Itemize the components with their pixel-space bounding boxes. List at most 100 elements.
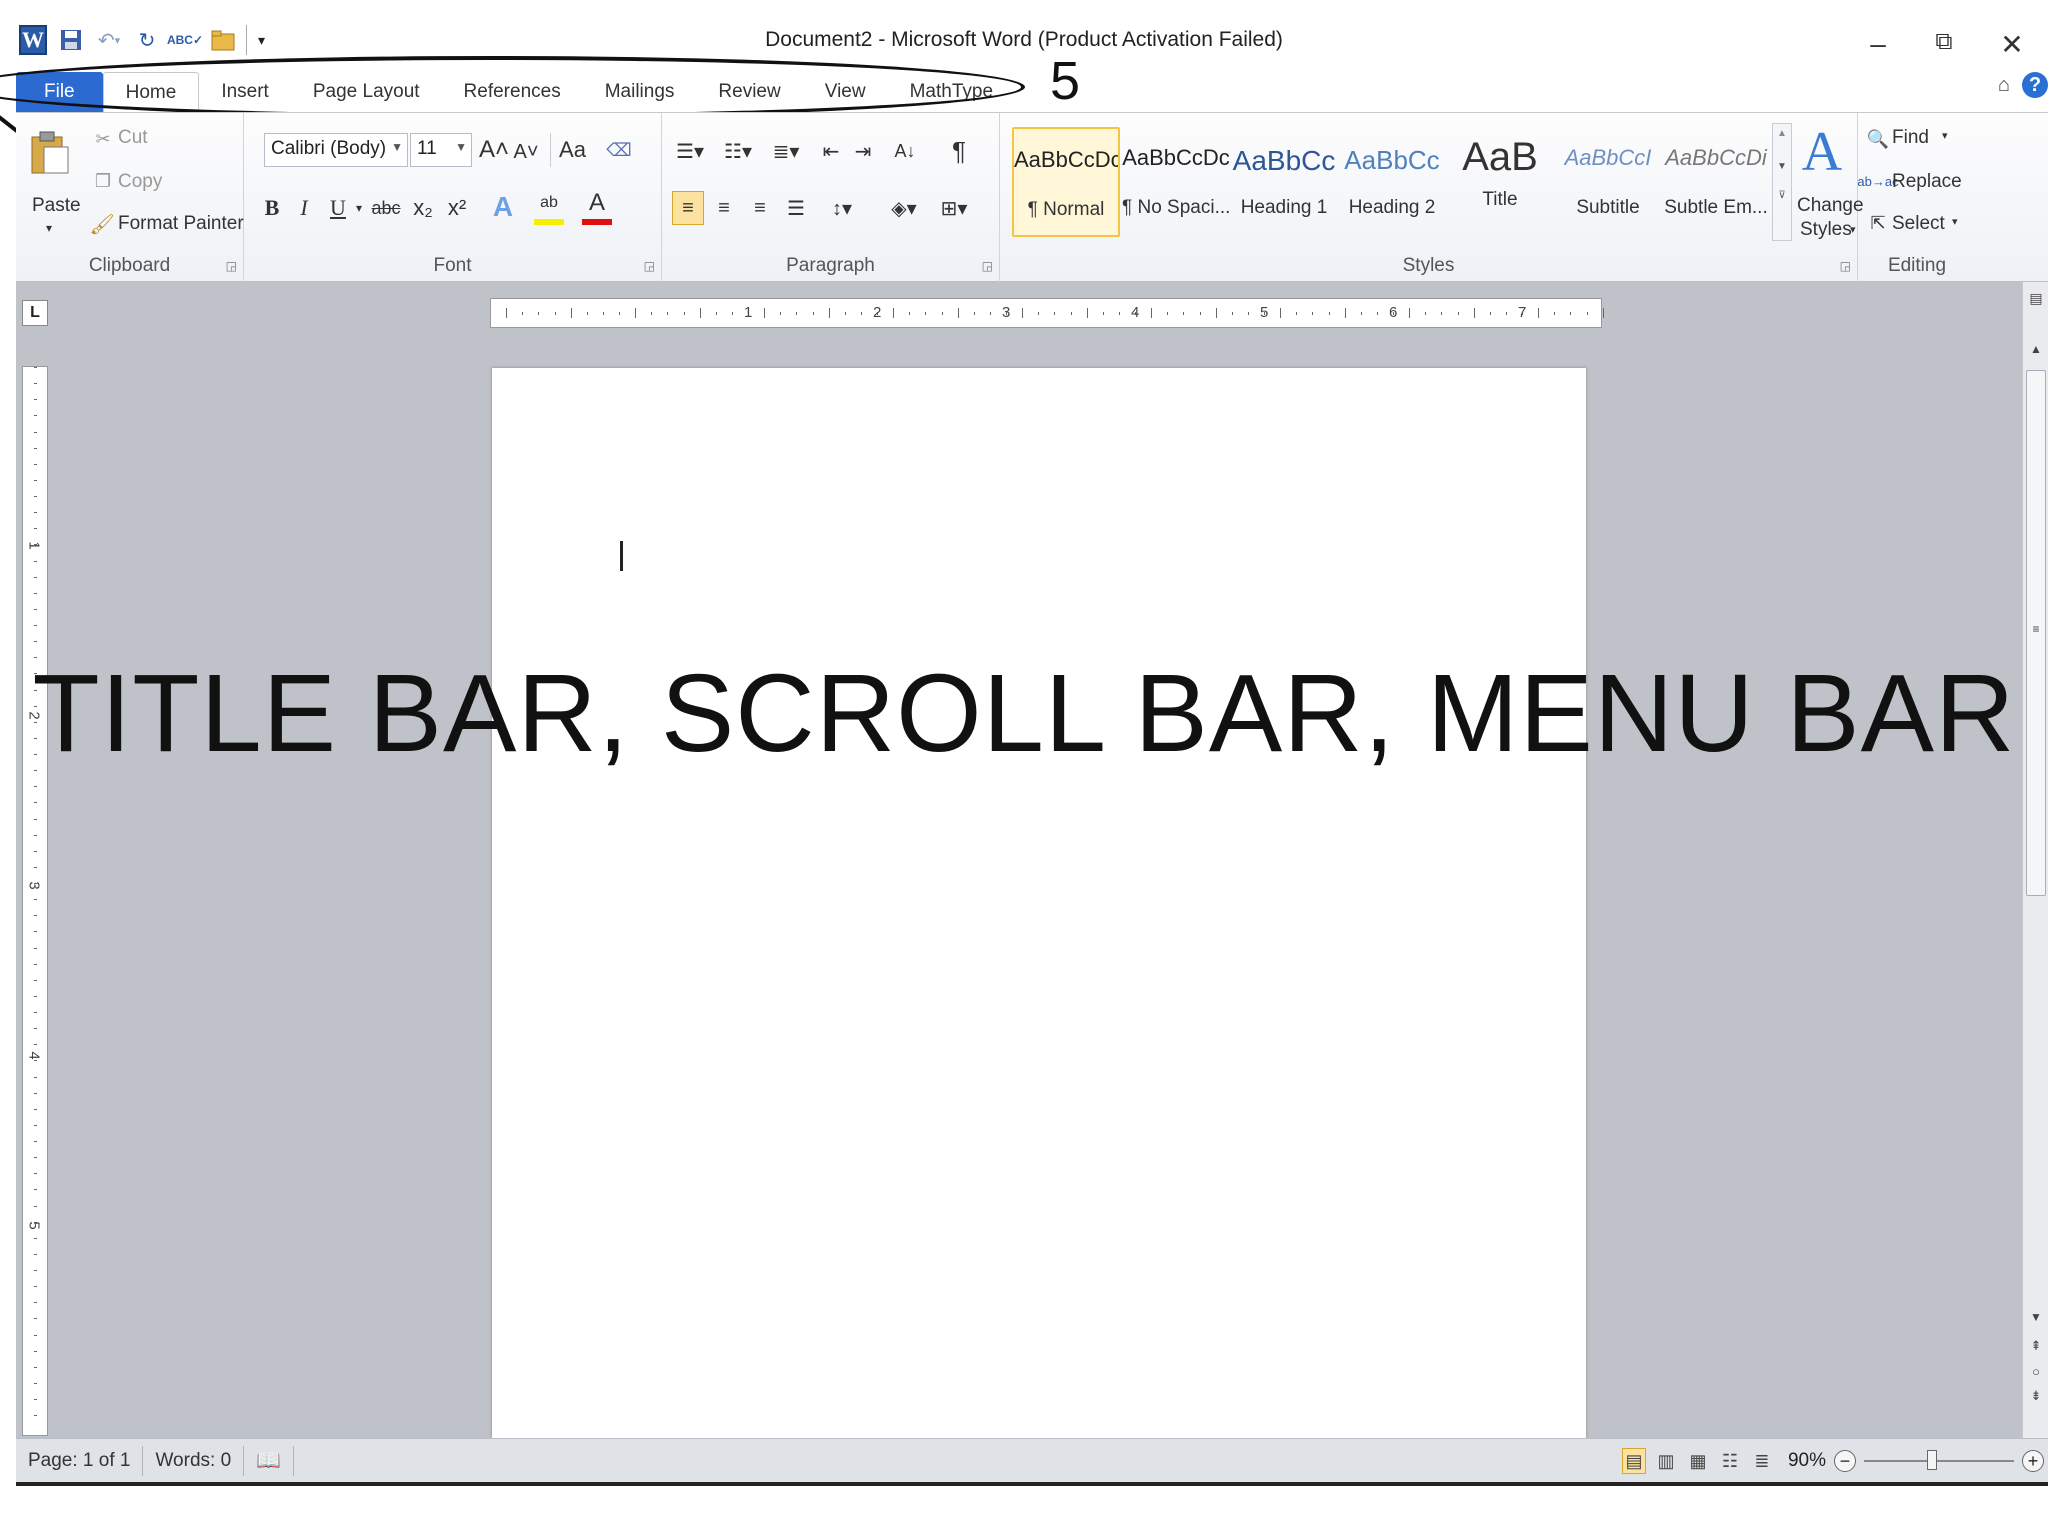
bullets-icon[interactable]: ☰▾ (670, 135, 710, 167)
paste-button[interactable]: Paste (32, 195, 81, 217)
more-styles-icon[interactable]: ⊽ (1773, 190, 1791, 201)
outline-icon[interactable]: ☷ (1718, 1448, 1742, 1474)
web-layout-icon[interactable]: ▦ (1686, 1448, 1710, 1474)
styles-launcher-icon[interactable]: ◲ (1840, 259, 1851, 273)
bold-button[interactable]: B (258, 191, 286, 225)
font-size-combo[interactable]: 11 ▼ (410, 133, 472, 167)
style-sample: AaBbCcDc (1122, 145, 1230, 170)
multilevel-list-icon[interactable]: ≣▾ (766, 135, 806, 167)
tab-selector-button[interactable]: L (22, 300, 48, 326)
scroll-down-icon[interactable]: ▼ (2027, 1310, 2045, 1324)
show-formatting-button[interactable]: ¶ (944, 135, 974, 167)
find-button[interactable]: Find (1892, 127, 1929, 149)
style-subtitle[interactable]: AaBbCcI Subtitle (1554, 127, 1662, 237)
page-count[interactable]: Page: 1 of 1 (16, 1445, 144, 1476)
font-color-button[interactable]: A (582, 187, 612, 225)
style-heading-1[interactable]: AaBbCc Heading 1 (1230, 127, 1338, 237)
full-screen-reading-icon[interactable]: ▥ (1654, 1448, 1678, 1474)
editing-group: 🔍 Find ▾ ab→ac Replace ⇱ Select ▾ Editin… (1857, 113, 1976, 283)
zoom-out-icon[interactable]: − (1834, 1450, 1856, 1472)
chevron-down-icon[interactable]: ▾ (1952, 215, 1958, 228)
zoom-level[interactable]: 90% (1788, 1450, 1826, 1472)
chevron-down-icon[interactable]: ▼ (1773, 161, 1791, 172)
ruler-tick (1038, 312, 1040, 315)
close-button[interactable]: ✕ (1992, 28, 2032, 61)
align-right-icon[interactable]: ≡ (744, 191, 776, 225)
paragraph-label: Paragraph (786, 255, 875, 276)
ruler-tick (667, 312, 669, 315)
grow-font-button[interactable]: A˄ (479, 133, 509, 167)
select-button[interactable]: Select (1892, 213, 1945, 235)
ruler-tick (1118, 312, 1120, 315)
style-title[interactable]: AaB Title (1446, 127, 1554, 237)
align-left-icon[interactable]: ≡ (672, 191, 704, 225)
style-name: Heading 1 (1240, 197, 1328, 218)
vertical-ruler[interactable]: 12345 (22, 366, 48, 1436)
replace-button[interactable]: Replace (1892, 171, 1962, 193)
style-subtle-emphasis[interactable]: AaBbCcDi Subtle Em... (1662, 127, 1770, 237)
paragraph-launcher-icon[interactable]: ◲ (982, 259, 993, 273)
text-effects-button[interactable]: A (488, 189, 518, 225)
style-heading-2[interactable]: AaBbCc Heading 2 (1338, 127, 1446, 237)
vertical-scrollbar[interactable]: ▤ ▲ ≡ ▼ ⇞ ○ ⇟ (2022, 282, 2048, 1438)
styles-gallery-scroll[interactable]: ▲ ▼ ⊽ (1772, 123, 1792, 241)
print-layout-icon[interactable]: ▤ (1621, 1448, 1646, 1474)
numbering-icon[interactable]: ☷▾ (718, 135, 758, 167)
minimize-ribbon-icon[interactable]: ⌂ (1998, 74, 2010, 97)
zoom-in-icon[interactable]: + (2022, 1450, 2044, 1472)
font-name-combo[interactable]: Calibri (Body) ▼ (264, 133, 408, 167)
subscript-button[interactable]: x₂ (408, 191, 438, 225)
change-styles-icon[interactable]: A (1796, 119, 1848, 185)
format-painter-button[interactable]: Format Painter (118, 213, 244, 235)
previous-page-icon[interactable]: ⇞ (2027, 1338, 2045, 1354)
horizontal-ruler[interactable]: 1 2 3 4 5 6 7 (490, 298, 1604, 328)
highlight-button[interactable]: ab (534, 187, 564, 225)
ruler-tick (34, 479, 37, 481)
justify-icon[interactable]: ☰ (780, 191, 812, 225)
style-normal[interactable]: AaBbCcDc ¶ Normal (1012, 127, 1120, 237)
ruler-tick (34, 383, 37, 385)
zoom-slider-handle[interactable] (1927, 1450, 1937, 1470)
change-styles-label-2[interactable]: Styles (1800, 219, 1852, 241)
proofing-icon[interactable]: 📖 (244, 1445, 295, 1476)
underline-dropdown-icon[interactable]: ▾ (352, 193, 366, 223)
strikethrough-button[interactable]: abc (368, 191, 404, 225)
document-page[interactable] (492, 368, 1586, 1438)
chevron-down-icon[interactable]: ▾ (1942, 129, 1948, 142)
copy-button[interactable]: Copy (118, 171, 162, 193)
shading-icon[interactable]: ◈▾ (882, 191, 926, 225)
ruler-tick (34, 625, 37, 626)
change-case-button[interactable]: Aa (550, 133, 594, 167)
style-no-spacing[interactable]: AaBbCcDc ¶ No Spaci... (1122, 127, 1230, 237)
italic-button[interactable]: I (290, 191, 318, 225)
cut-button[interactable]: Cut (118, 127, 148, 149)
help-icon[interactable]: ? (2022, 72, 2048, 98)
scroll-up-icon[interactable]: ▲ (2027, 342, 2045, 356)
align-center-icon[interactable]: ≡ (708, 191, 740, 225)
word-count[interactable]: Words: 0 (143, 1445, 245, 1476)
decrease-indent-icon[interactable]: ⇤ (816, 135, 846, 167)
increase-indent-icon[interactable]: ⇥ (848, 135, 878, 167)
document-workspace[interactable]: L 1 2 3 4 5 6 7 1 2 3 4 5 (16, 282, 2022, 1438)
next-page-icon[interactable]: ⇟ (2027, 1388, 2045, 1404)
paste-icon[interactable] (30, 129, 70, 175)
borders-icon[interactable]: ⊞▾ (932, 191, 976, 225)
select-browse-object-icon[interactable]: ○ (2027, 1364, 2045, 1379)
ruler-tick (1538, 308, 1540, 318)
view-ruler-icon[interactable]: ▤ (2027, 290, 2045, 307)
chevron-up-icon[interactable]: ▲ (1773, 128, 1791, 139)
draft-icon[interactable]: ≣ (1750, 1448, 1774, 1474)
shrink-font-button[interactable]: A˅ (512, 135, 540, 169)
change-styles-label-1[interactable]: Change (1797, 195, 1864, 217)
clear-formatting-icon[interactable]: ⌫ (602, 133, 636, 167)
underline-button[interactable]: U (324, 191, 352, 225)
paste-dropdown-icon[interactable]: ▾ (46, 221, 52, 235)
line-spacing-icon[interactable]: ↕▾ (822, 191, 862, 225)
sort-icon[interactable]: A↓ (888, 135, 922, 167)
superscript-button[interactable]: x² (442, 191, 472, 225)
clipboard-launcher-icon[interactable]: ◲ (226, 259, 237, 273)
font-launcher-icon[interactable]: ◲ (644, 259, 655, 273)
zoom-slider[interactable] (1864, 1448, 2014, 1474)
restore-button[interactable]: ⧉ (1924, 28, 1964, 56)
minimize-button[interactable]: – (1858, 28, 1898, 60)
